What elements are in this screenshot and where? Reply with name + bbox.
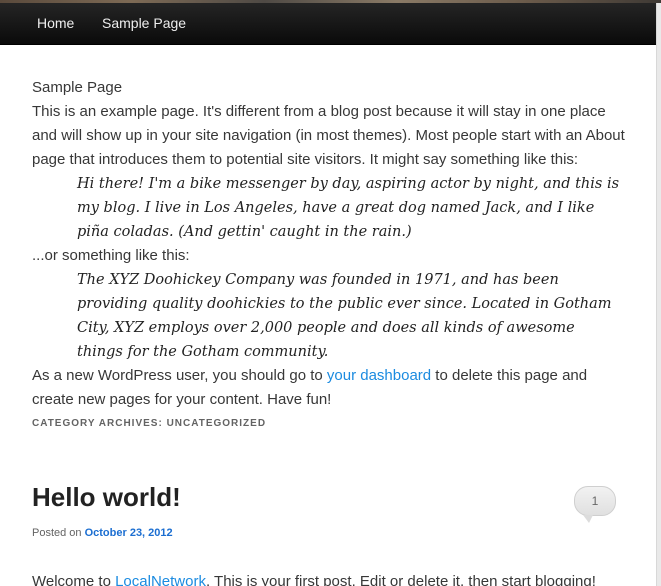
quote2-line-1: The XYZ Doohickey Company was founded in… <box>77 272 559 288</box>
page-content: Sample Page This is an example page. It'… <box>32 76 625 431</box>
post-meta: Posted on October 23, 2012 <box>32 526 173 540</box>
closing-line-2: create new pages for your content. Have … <box>32 391 332 408</box>
nav-home-link[interactable]: Home <box>37 3 74 44</box>
excerpt-suffix: . This is your first post. Edit or delet… <box>205 573 596 586</box>
quote1-line-1: Hi there! I'm a bike messenger by day, a… <box>77 176 620 192</box>
closing-suffix: to delete this page and <box>431 367 588 384</box>
posted-on-label: Posted on <box>32 527 85 539</box>
post-excerpt: Welcome to LocalNetwork. This is your fi… <box>32 570 596 586</box>
page-title: Sample Page <box>32 79 123 96</box>
dashboard-link[interactable]: your dashboard <box>327 367 431 384</box>
quote2-line-2: providing quality doohickies to the publ… <box>77 296 612 312</box>
comment-count-bubble[interactable]: 1 <box>574 486 616 523</box>
quote1-line-2: my blog. I live in Los Angeles, have a g… <box>77 200 595 216</box>
nav-sample-page-link[interactable]: Sample Page <box>102 3 186 44</box>
intro-line-2: and will show up in your site navigation… <box>32 127 625 144</box>
intro-line-1: This is an example page. It's different … <box>32 103 606 120</box>
quote1-line-3: piña coladas. (And gettin' caught in the… <box>77 224 412 240</box>
excerpt-prefix: Welcome to <box>32 573 116 586</box>
closing-line-1: As a new WordPress user, you should go t… <box>32 364 612 388</box>
main-navigation: Home Sample Page <box>0 3 657 45</box>
blockquote-doohickey-company: The XYZ Doohickey Company was founded in… <box>32 268 612 364</box>
right-scroll-edge <box>656 3 661 586</box>
quote2-line-4: things for the Gotham community. <box>77 344 329 360</box>
post-title-link[interactable]: Hello world! <box>32 481 181 513</box>
blockquote-bike-messenger: Hi there! I'm a bike messenger by day, a… <box>32 172 620 244</box>
quote2-line-3: City, XYZ employs over 2,000 people and … <box>77 320 575 336</box>
post-date-link[interactable]: October 23, 2012 <box>85 527 173 539</box>
site-link[interactable]: LocalNetwork <box>115 573 206 586</box>
category-archive-title: Category Archives: Uncategorized <box>32 418 267 429</box>
intro-line-3: page that introduces them to potential s… <box>32 151 579 168</box>
or-something-line: ...or something like this: <box>32 247 190 264</box>
closing-prefix: As a new WordPress user, you should go t… <box>32 367 327 384</box>
